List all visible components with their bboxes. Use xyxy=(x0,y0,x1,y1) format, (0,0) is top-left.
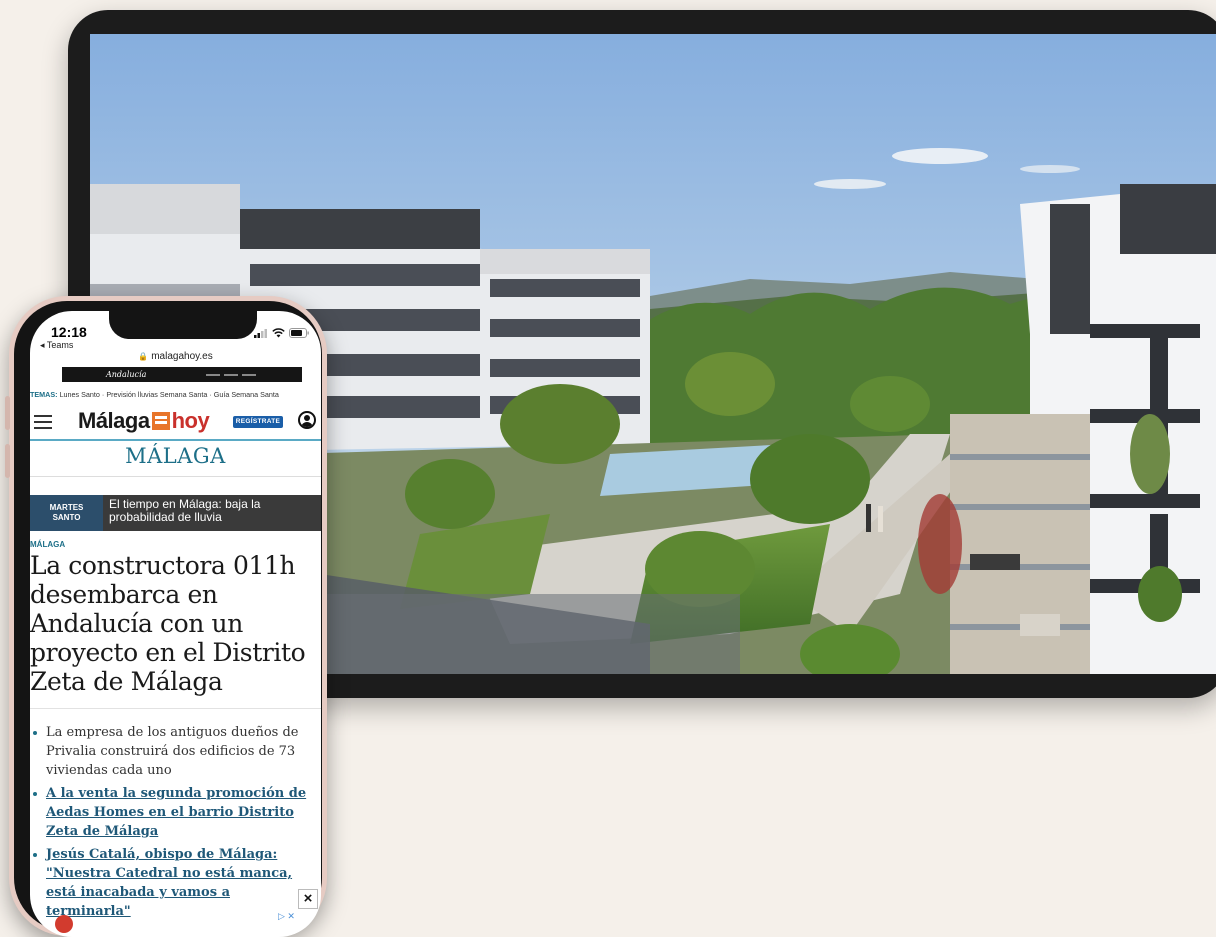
topics-label: TEMAS: xyxy=(30,390,58,399)
side-button xyxy=(5,444,10,478)
back-to-app-link[interactable]: ◂ Teams xyxy=(40,340,73,351)
hamburger-menu-icon[interactable] xyxy=(34,415,52,433)
breaking-news-headline[interactable]: El tiempo en Málaga: baja la probabilida… xyxy=(103,495,321,531)
section-title: MÁLAGA xyxy=(125,444,226,468)
site-header: Málaga hoy REGÍSTRATE xyxy=(30,403,321,441)
address-bar[interactable]: 🔒 malagahoy.es xyxy=(30,351,321,362)
phone-device: 12:18 ◂ Teams 🔒 malagahoy.es Andalucía T… xyxy=(5,296,327,937)
logo-text-hoy: hoy xyxy=(171,408,210,433)
ad-banner-text: Andalucía xyxy=(106,370,147,379)
register-button[interactable]: REGÍSTRATE xyxy=(233,416,283,428)
tag-line-1: MARTES xyxy=(49,503,84,512)
battery-icon xyxy=(289,328,309,338)
status-icons xyxy=(254,328,309,338)
related-article-link[interactable]: Jesús Catalá, obispo de Málaga: "Nuestra… xyxy=(30,845,309,921)
divider xyxy=(30,476,321,477)
logo-text-malaga: Málaga xyxy=(78,408,150,433)
side-button xyxy=(5,396,10,430)
summary-bullet: La empresa de los antiguos dueños de Pri… xyxy=(30,723,309,780)
phone-screen: 12:18 ◂ Teams 🔒 malagahoy.es Andalucía T… xyxy=(30,311,321,937)
ad-logo-icon xyxy=(55,915,73,933)
divider xyxy=(30,708,321,709)
topics-bar: TEMAS: Lunes Santo · Previsión lluvias S… xyxy=(30,390,321,399)
close-ad-button[interactable]: × xyxy=(298,889,318,909)
article-bullets: La empresa de los antiguos dueños de Pri… xyxy=(30,723,309,925)
phone-bezel: 12:18 ◂ Teams 🔒 malagahoy.es Andalucía T… xyxy=(14,301,322,937)
article-category[interactable]: MÁLAGA xyxy=(30,540,65,549)
article-title: La constructora 011h desembarca en Andal… xyxy=(30,551,306,696)
ad-banner-decoration xyxy=(206,373,257,376)
breaking-news-tag: MARTES SANTO xyxy=(30,495,103,531)
site-logo[interactable]: Málaga hoy xyxy=(78,408,210,434)
wifi-icon xyxy=(272,328,285,338)
user-account-icon[interactable] xyxy=(298,411,316,429)
tag-line-2: SANTO xyxy=(52,513,81,522)
breaking-news-bar[interactable]: MARTES SANTO El tiempo en Málaga: baja l… xyxy=(30,495,321,531)
status-time: 12:18 xyxy=(51,324,87,340)
notch xyxy=(109,311,257,339)
adchoices-icon[interactable]: ▷ ✕ xyxy=(278,911,295,922)
lock-icon: 🔒 xyxy=(138,352,149,361)
logo-mark-icon xyxy=(151,412,170,430)
url-text: malagahoy.es xyxy=(151,351,213,362)
signal-icon xyxy=(254,328,267,338)
related-article-link[interactable]: A la venta la segunda promoción de Aedas… xyxy=(30,784,309,841)
ad-banner[interactable]: Andalucía xyxy=(62,367,302,382)
topics-links[interactable]: Lunes Santo · Previsión lluvias Semana S… xyxy=(60,390,279,399)
